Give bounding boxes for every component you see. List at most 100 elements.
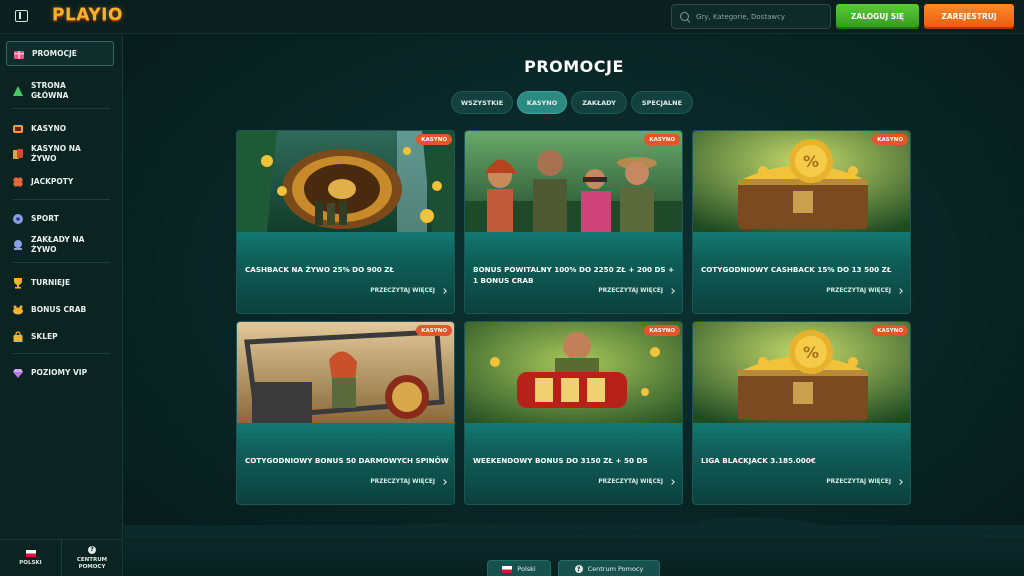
promo-image: KASYNO (465, 131, 682, 232)
read-more-label: PRZECZYTAJ WIĘCEJ (370, 288, 435, 294)
promo-card[interactable]: % KASYNO LIGA BLACKJACK 3.185.000€ PRZEC… (692, 321, 911, 505)
footer-language-label: Polski (517, 565, 536, 573)
help-icon: ? (574, 565, 583, 573)
help-center-link[interactable]: ? CENTRUM POMOCY (61, 540, 122, 576)
sidebar-item-label: KASYNO NA ŻYWO (31, 144, 81, 163)
top-header: PLAYIO ZALOGUJ SIĘ ZAREJESTRUJ (0, 0, 1024, 34)
read-more-link[interactable]: PRZECZYTAJ WIĘCEJ (370, 479, 447, 485)
sidebar-item-live-casino[interactable]: KASYNO NA ŻYWO (6, 144, 114, 164)
sidebar-item-tournaments[interactable]: TURNIEJE (6, 277, 114, 289)
read-more-label: PRZECZYTAJ WIĘCEJ (598, 479, 663, 485)
chevron-right-icon (897, 479, 903, 485)
search-icon (680, 11, 690, 22)
promo-card[interactable]: KASYNO WEEKENDOWY BONUS DO 3150 ZŁ + 50 … (464, 321, 683, 505)
read-more-link[interactable]: PRZECZYTAJ WIĘCEJ (598, 288, 675, 294)
read-more-link[interactable]: PRZECZYTAJ WIĘCEJ (598, 479, 675, 485)
promo-image: % KASYNO (693, 131, 910, 232)
read-more-label: PRZECZYTAJ WIĘCEJ (826, 479, 891, 485)
live-bet-icon (12, 239, 24, 251)
sidebar-item-promotions[interactable]: PROMOCJE (6, 41, 114, 66)
tab-all[interactable]: WSZYSTKIE (451, 91, 513, 114)
sidebar-divider (12, 353, 110, 354)
sidebar-item-live-bets[interactable]: ZAKŁADY NA ŻYWO (6, 235, 114, 255)
login-button[interactable]: ZALOGUJ SIĘ (836, 4, 919, 29)
language-selector[interactable]: POLSKI (0, 540, 61, 576)
promo-image: % KASYNO (693, 322, 910, 423)
soccer-ball-icon (12, 213, 24, 225)
sidebar-item-label: BONUS CRAB (31, 305, 87, 314)
live-cards-icon (12, 148, 24, 160)
poland-flag-icon (25, 549, 36, 557)
shop-bag-icon (12, 331, 24, 343)
promo-title: WEEKENDOWY BONUS DO 3150 ZŁ + 50 DS (473, 456, 648, 465)
sidebar-item-shop[interactable]: SKLEP (6, 331, 114, 343)
category-badge: KASYNO (416, 325, 452, 336)
promo-tabs: WSZYSTKIE KASYNO ZAKŁADY SPECJALNE (451, 91, 693, 114)
promo-grid: KASYNO CASHBACK NA ŻYWO 25% DO 900 ZŁ PR… (236, 130, 911, 505)
main-content: PROMOCJE WSZYSTKIE KASYNO ZAKŁADY SPECJA… (124, 35, 1024, 576)
read-more-link[interactable]: PRZECZYTAJ WIĘCEJ (370, 288, 447, 294)
slot-machine-icon (12, 123, 24, 135)
sidebar-item-label: STRONA GŁÓWNA (31, 81, 69, 100)
read-more-label: PRZECZYTAJ WIĘCEJ (598, 288, 663, 294)
promo-image: KASYNO (465, 322, 682, 423)
sidebar-item-home[interactable]: STRONA GŁÓWNA (6, 81, 114, 101)
poland-flag-icon (502, 565, 513, 573)
promo-card-body: BONUS POWITALNY 100% DO 2250 ZŁ + 200 DS… (465, 232, 682, 313)
sidebar-item-jackpots[interactable]: JACKPOTY (6, 176, 114, 188)
promo-card[interactable]: KASYNO BONUS POWITALNY 100% DO 2250 ZŁ +… (464, 130, 683, 314)
svg-text:%: % (803, 152, 819, 171)
category-badge: KASYNO (644, 325, 680, 336)
sidebar-item-label: SPORT (31, 214, 59, 223)
search-box[interactable] (671, 4, 831, 29)
sidebar-item-sport[interactable]: SPORT (6, 213, 114, 225)
sidebar-item-label: SKLEP (31, 332, 58, 341)
promo-image: KASYNO (237, 131, 454, 232)
register-button[interactable]: ZAREJESTRUJ (924, 4, 1014, 29)
promo-card-body: CASHBACK NA ŻYWO 25% DO 900 ZŁ PRZECZYTA… (237, 232, 454, 313)
chevron-right-icon (441, 288, 447, 294)
chevron-right-icon (669, 479, 675, 485)
promo-title: CASHBACK NA ŻYWO 25% DO 900 ZŁ (245, 265, 395, 274)
sidebar-footer: POLSKI ? CENTRUM POMOCY (0, 539, 123, 576)
read-more-label: PRZECZYTAJ WIĘCEJ (370, 479, 435, 485)
page-title: PROMOCJE (524, 57, 624, 76)
footer-language-button[interactable]: Polski (487, 560, 551, 576)
read-more-link[interactable]: PRZECZYTAJ WIĘCEJ (826, 288, 903, 294)
home-triangle-icon (12, 85, 24, 97)
gift-icon (13, 48, 25, 60)
sidebar-item-casino[interactable]: KASYNO (6, 123, 114, 135)
promo-card[interactable]: KASYNO CASHBACK NA ŻYWO 25% DO 900 ZŁ PR… (236, 130, 455, 314)
tab-casino[interactable]: KASYNO (517, 91, 567, 114)
promo-card-body: COTYGODNIOWY BONUS 50 DARMOWYCH SPINÓW P… (237, 423, 454, 504)
promo-card[interactable]: KASYNO COTYGODNIOWY BONUS 50 DARMOWYCH S… (236, 321, 455, 505)
brand-logo[interactable]: PLAYIO (52, 5, 123, 25)
read-more-link[interactable]: PRZECZYTAJ WIĘCEJ (826, 479, 903, 485)
tab-sports-bets[interactable]: ZAKŁADY (571, 91, 627, 114)
sidebar-item-label: JACKPOTY (31, 177, 74, 186)
sidebar-item-bonus-crab[interactable]: BONUS CRAB (6, 304, 114, 316)
footer-help-label: Centrum Pomocy (587, 565, 644, 573)
footer-help-button[interactable]: ? Centrum Pomocy (558, 560, 660, 576)
sidebar-toggle-icon[interactable] (15, 10, 28, 22)
sidebar-item-label: TURNIEJE (31, 278, 71, 287)
sidebar-item-label: ZAKŁADY NA ŻYWO (31, 235, 85, 254)
svg-text:%: % (803, 343, 819, 362)
promo-image: KASYNO (237, 322, 454, 423)
read-more-label: PRZECZYTAJ WIĘCEJ (826, 288, 891, 294)
promo-card-body: WEEKENDOWY BONUS DO 3150 ZŁ + 50 DS PRZE… (465, 423, 682, 504)
sidebar-divider (12, 262, 110, 263)
promo-title: LIGA BLACKJACK 3.185.000€ (701, 456, 816, 465)
sidebar-item-vip-levels[interactable]: POZIOMY VIP (6, 367, 114, 379)
tab-special[interactable]: SPECJALNE (631, 91, 693, 114)
search-input[interactable] (696, 12, 826, 21)
sidebar-item-label: PROMOCJE (32, 48, 77, 58)
promo-title: COTYGODNIOWY CASHBACK 15% DO 13 500 ZŁ (701, 265, 892, 274)
promo-card[interactable]: % KASYNO COTYGODNIOWY CASHBACK 15% DO 13… (692, 130, 911, 314)
sidebar: PROMOCJE STRONA GŁÓWNA KASYNO KASYNO NA … (0, 35, 123, 576)
help-label: CENTRUM POMOCY (76, 556, 108, 570)
chevron-right-icon (669, 288, 675, 294)
sidebar-divider (12, 199, 110, 200)
help-icon: ? (88, 545, 96, 554)
clover-icon (12, 176, 24, 188)
